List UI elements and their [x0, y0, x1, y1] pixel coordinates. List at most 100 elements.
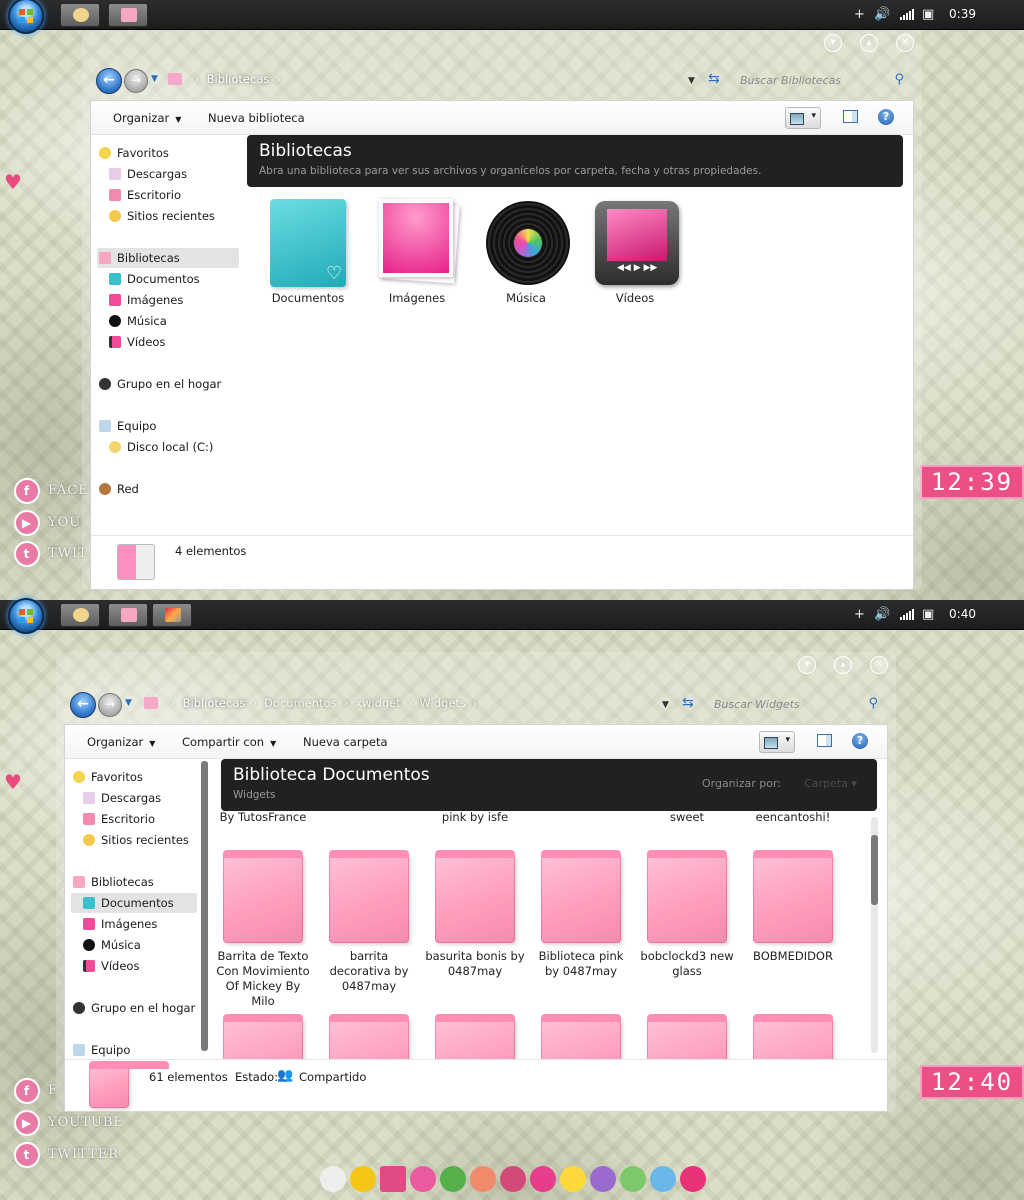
refresh-icon[interactable]: ⇆	[708, 71, 720, 87]
nav-documents[interactable]: Documentos	[107, 269, 239, 289]
network-icon[interactable]	[900, 609, 914, 620]
nav-homegroup[interactable]: Grupo en el hogar	[71, 998, 203, 1018]
folder-item[interactable]: BOBMEDIDOR	[743, 850, 843, 964]
star-icon[interactable]	[560, 1166, 586, 1192]
search-icon[interactable]: ⚲	[868, 696, 878, 711]
maximize-button[interactable]: ▴	[860, 34, 878, 52]
address-dropdown-icon[interactable]: ▼	[688, 76, 695, 86]
nav-homegroup[interactable]: Grupo en el hogar	[97, 374, 239, 394]
back-button[interactable]: ←	[70, 692, 96, 718]
breadcrumb-item[interactable]: Bibliotecas	[183, 696, 246, 710]
power-icon[interactable]: ▣	[922, 7, 934, 22]
donut-icon[interactable]	[410, 1166, 436, 1192]
nav-local-disk[interactable]: Disco local (C:)	[107, 437, 239, 457]
ball-icon[interactable]	[680, 1166, 706, 1192]
share-with-menu[interactable]: Compartir con ▼	[182, 735, 276, 749]
nav-images[interactable]: Imágenes	[81, 914, 203, 934]
search-input[interactable]: Buscar Bibliotecas ⚲	[736, 71, 908, 91]
back-button[interactable]: ←	[96, 68, 122, 94]
nav-recent-places[interactable]: Sitios recientes	[107, 206, 239, 226]
cake-icon[interactable]	[620, 1166, 646, 1192]
search-icon[interactable]: ⚲	[894, 72, 904, 87]
forward-button[interactable]: →	[98, 693, 122, 717]
folder-item[interactable]	[531, 1014, 631, 1059]
folder-item[interactable]	[743, 1014, 843, 1059]
recent-pages-dropdown[interactable]: ▼	[125, 698, 132, 708]
library-images[interactable]: Imágenes	[367, 199, 467, 305]
minimize-button[interactable]: ▾	[798, 656, 816, 674]
breadcrumb-item[interactable]: Widgets	[419, 696, 466, 710]
nav-images[interactable]: Imágenes	[107, 290, 239, 310]
preview-pane-button[interactable]	[817, 734, 832, 747]
folder-item[interactable]	[319, 1014, 419, 1059]
nav-downloads[interactable]: Descargas	[107, 164, 239, 184]
start-button[interactable]	[8, 598, 44, 634]
power-icon[interactable]: ▣	[922, 607, 934, 622]
maximize-button[interactable]: ▴	[834, 656, 852, 674]
taskbar-explorer-button[interactable]	[108, 603, 148, 627]
change-view-button[interactable]	[785, 107, 821, 129]
nav-downloads[interactable]: Descargas	[81, 788, 203, 808]
content-scrollbar-thumb[interactable]	[871, 835, 878, 905]
taskbar-paint-button[interactable]	[152, 603, 192, 627]
nav-recent-places[interactable]: Sitios recientes	[81, 830, 203, 850]
volume-icon[interactable]: 🔊	[874, 607, 890, 622]
nav-desktop[interactable]: Escritorio	[81, 809, 203, 829]
search-input[interactable]: Buscar Widgets ⚲	[710, 695, 882, 715]
nav-network[interactable]: Red	[97, 479, 239, 499]
nav-desktop[interactable]: Escritorio	[107, 185, 239, 205]
help-button[interactable]: ?	[878, 109, 894, 125]
folder-item[interactable]: barrita decorativa by 0487may	[319, 850, 419, 994]
lips-icon[interactable]	[500, 1166, 526, 1192]
box-icon[interactable]	[380, 1166, 406, 1192]
library-documents[interactable]: ♡ Documentos	[258, 199, 358, 305]
crocodile-icon[interactable]	[440, 1166, 466, 1192]
folder-item[interactable]: baño deco haymeencantoshi!	[743, 807, 843, 825]
show-hidden-icon[interactable]: +	[854, 7, 865, 22]
girl-icon[interactable]	[470, 1166, 496, 1192]
taskbar-app-button[interactable]	[60, 603, 100, 627]
twitter-link[interactable]: t TWITTER	[14, 1142, 154, 1168]
bunny-icon[interactable]	[320, 1166, 346, 1192]
recent-pages-dropdown[interactable]: ▼	[151, 74, 158, 84]
nav-computer[interactable]: Equipo	[71, 1040, 203, 1059]
help-button[interactable]: ?	[852, 733, 868, 749]
folder-item[interactable]	[637, 1014, 737, 1059]
flower-icon[interactable]	[650, 1166, 676, 1192]
folder-item[interactable]	[425, 1014, 525, 1059]
network-icon[interactable]	[900, 9, 914, 20]
start-button[interactable]	[8, 0, 44, 34]
candy-icon[interactable]	[530, 1166, 556, 1192]
new-folder-button[interactable]: Nueva carpeta	[303, 735, 388, 749]
breadcrumb-item[interactable]: Bibliotecas	[207, 72, 270, 86]
folder-item[interactable]: bobclockd3 new glass	[637, 850, 737, 979]
folder-item[interactable]: avedesk	[531, 807, 631, 810]
close-button[interactable]: ✕	[896, 34, 914, 52]
show-hidden-icon[interactable]: +	[854, 607, 865, 622]
change-view-button[interactable]	[759, 731, 795, 753]
youtube-link[interactable]: ▶ YOUTUBE	[14, 1110, 154, 1136]
forward-button[interactable]: →	[124, 69, 148, 93]
content-scrollbar[interactable]	[871, 817, 878, 1053]
nav-documents[interactable]: Documentos	[71, 893, 197, 913]
duck-icon[interactable]	[350, 1166, 376, 1192]
taskbar-clock[interactable]: 0:39	[949, 7, 976, 21]
folder-item[interactable]: Barrita de Texto Con Movimiento Of Micke…	[213, 850, 313, 1009]
nav-favorites[interactable]: Favoritos	[97, 143, 239, 163]
library-videos[interactable]: ◀◀ ▶ ▶▶ Vídeos	[585, 199, 685, 305]
taskbar-clock[interactable]: 0:40	[949, 607, 976, 621]
close-button[interactable]: ✕	[870, 656, 888, 674]
folder-item[interactable]: Accesos Directos By TutosFrance	[213, 807, 313, 825]
nav-music[interactable]: Música	[107, 311, 239, 331]
arrange-by-dropdown[interactable]: Carpeta ▾	[804, 777, 857, 790]
organize-menu[interactable]: Organizar ▼	[113, 111, 181, 125]
folder-item[interactable]: basurita bonis by 0487may	[425, 850, 525, 979]
nav-libraries[interactable]: Bibliotecas	[97, 248, 239, 268]
breadcrumb-item[interactable]: xwidget	[355, 696, 401, 710]
address-dropdown-icon[interactable]: ▼	[662, 700, 669, 710]
breadcrumb[interactable]: › Bibliotecas › Documentos › xwidget › Widgets ›	[144, 696, 485, 714]
nav-scrollbar-thumb[interactable]	[201, 761, 208, 1051]
taskbar-app-button[interactable]	[60, 3, 100, 27]
refresh-icon[interactable]: ⇆	[682, 695, 694, 711]
library-music[interactable]: Música	[476, 199, 576, 305]
